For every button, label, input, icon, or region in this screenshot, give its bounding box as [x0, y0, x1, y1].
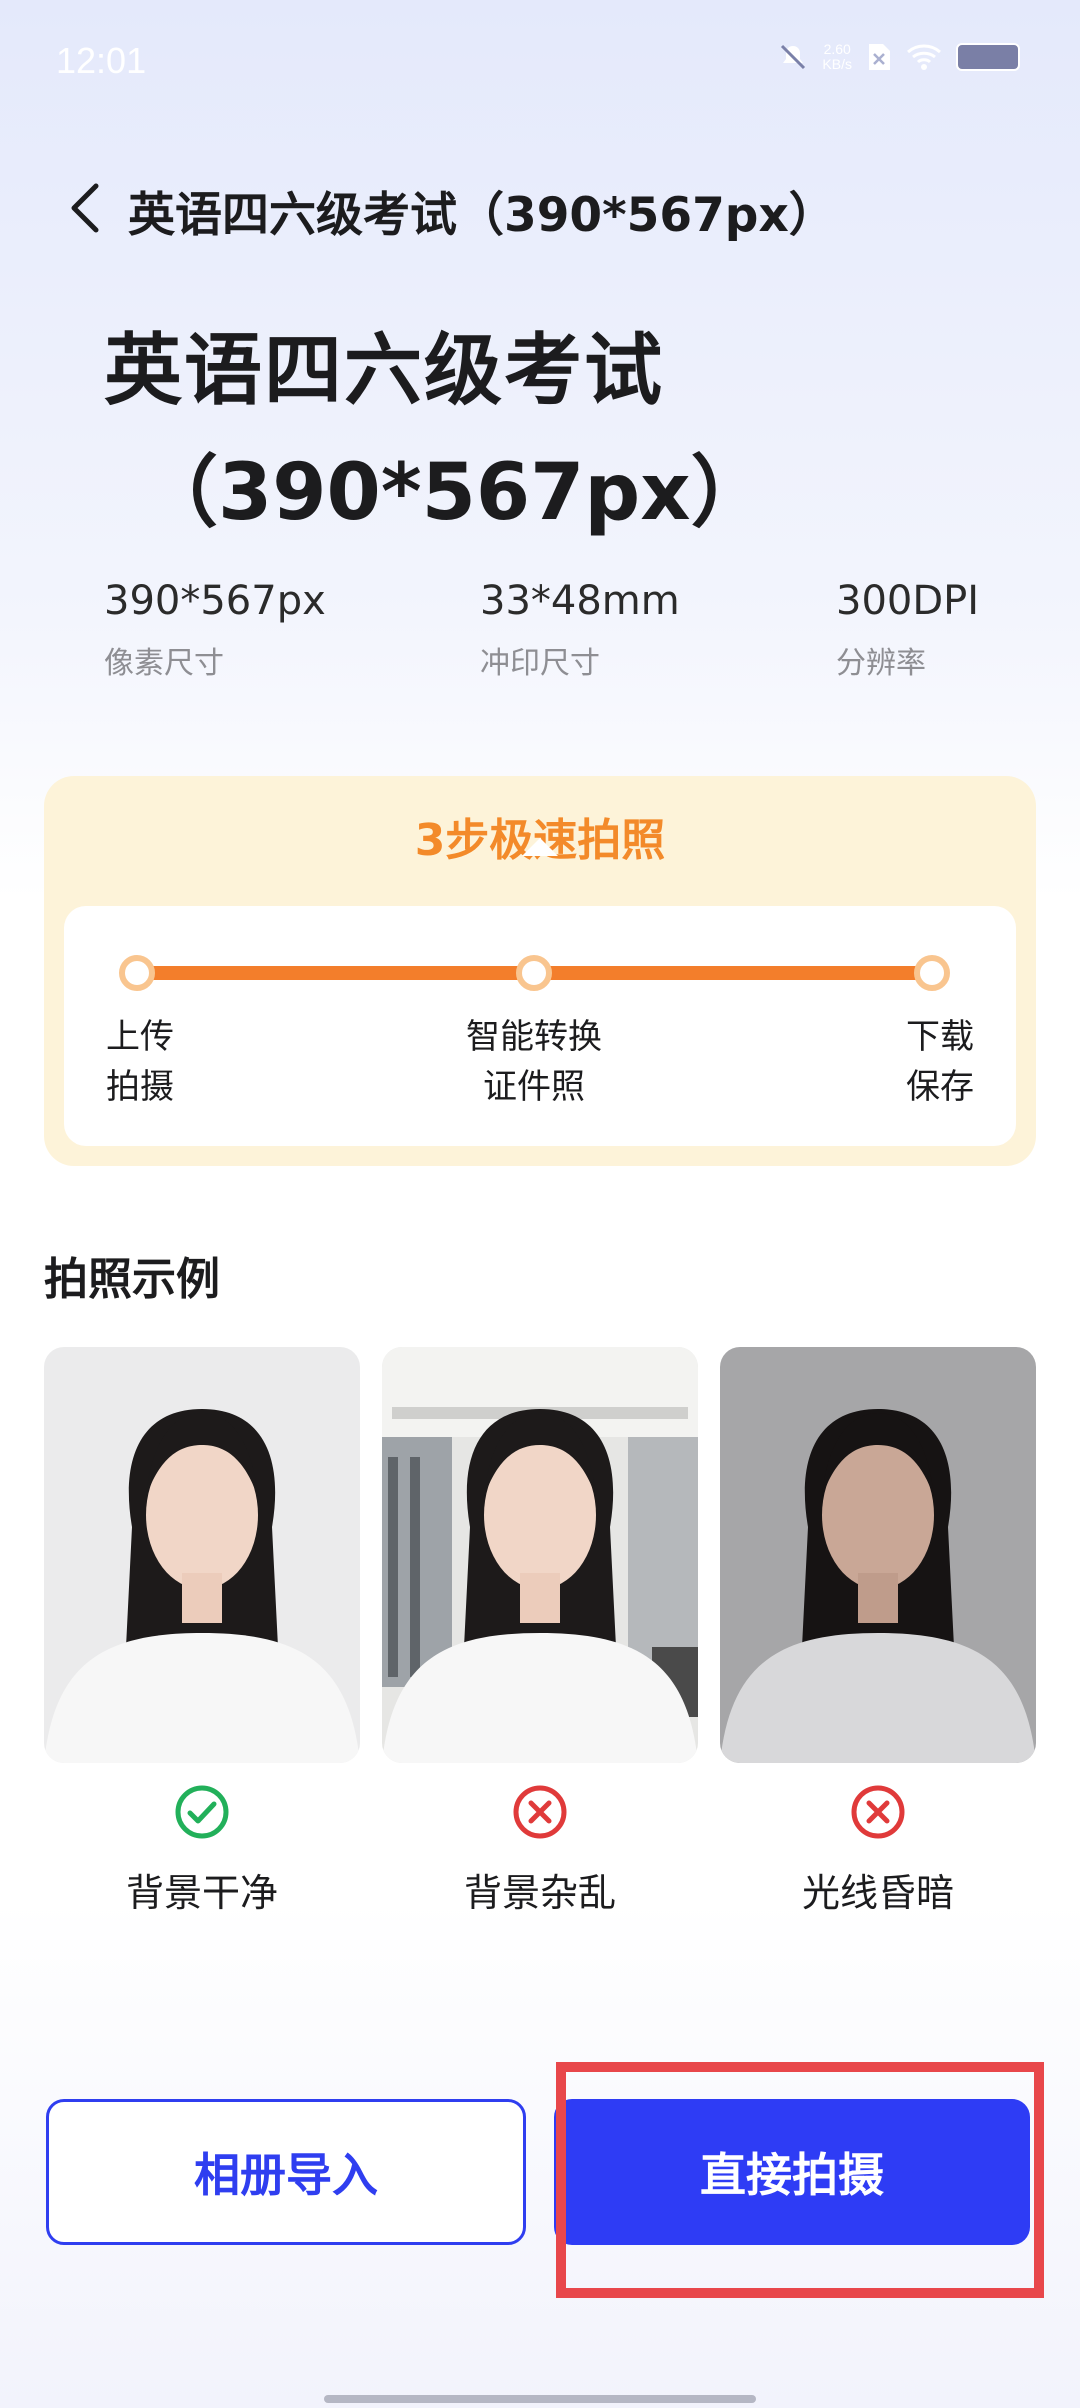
battery-icon — [956, 43, 1020, 71]
status-time: 12:01 — [56, 40, 147, 81]
home-indicator[interactable] — [324, 2395, 756, 2403]
spec-value: 300DPI — [836, 578, 980, 624]
step-convert: 智能转换 证件照 — [466, 1017, 602, 1107]
cross-circle-icon — [851, 1785, 905, 1839]
spec-pixel-size: 390*567px 像素尺寸 — [104, 578, 326, 682]
portrait-image — [720, 1409, 1036, 1763]
example-label-clean: 背景干净 — [125, 1871, 278, 1915]
hero-title-line2: （390*567px） — [140, 448, 769, 538]
example-photo-messy — [382, 1347, 698, 1763]
no-sim-icon — [869, 44, 890, 70]
steps-notch — [522, 838, 558, 856]
portrait-image — [382, 1347, 698, 1763]
album-import-button[interactable]: 相册导入 — [46, 2099, 526, 2245]
spec-label: 冲印尺寸 — [480, 646, 600, 681]
hero-title-line1: 英语四六级考试 — [104, 326, 665, 416]
step-dot — [119, 955, 155, 991]
example-label-messy: 背景杂乱 — [463, 1871, 616, 1915]
spec-value: 33*48mm — [480, 578, 680, 624]
back-button[interactable] — [60, 178, 110, 238]
spec-value: 390*567px — [104, 578, 326, 624]
wifi-icon — [907, 44, 941, 70]
examples-title: 拍照示例 — [44, 1254, 220, 1305]
network-speed: 2.60 KB/s — [822, 41, 852, 72]
mute-bell-icon — [781, 44, 806, 70]
example-photo-dim — [720, 1347, 1036, 1763]
spec-resolution: 300DPI 分辨率 — [836, 578, 979, 682]
cross-circle-icon — [513, 1785, 567, 1839]
spec-label: 分辨率 — [836, 646, 926, 681]
page-title: 英语四六级考试（390*567px） — [128, 188, 836, 243]
spec-label: 像素尺寸 — [104, 646, 224, 681]
step-dot — [914, 955, 950, 991]
portrait-image — [44, 1409, 360, 1763]
status-icons: 2.60 KB/s — [778, 42, 1020, 72]
highlight-box — [556, 2062, 1044, 2298]
steps-progress: 上传 拍摄 智能转换 证件照 下载 保存 — [64, 906, 1016, 1146]
step-upload: 上传 拍摄 — [106, 1017, 174, 1107]
steps-title: 3步极速拍照 — [414, 815, 666, 866]
step-download: 下载 保存 — [906, 1017, 974, 1107]
check-circle-icon — [175, 1785, 229, 1839]
example-photo-clean — [44, 1347, 360, 1763]
step-dot — [516, 955, 552, 991]
example-label-dim: 光线昏暗 — [801, 1871, 954, 1915]
spec-print-size: 33*48mm 冲印尺寸 — [480, 578, 680, 682]
chevron-left-icon — [71, 183, 99, 233]
